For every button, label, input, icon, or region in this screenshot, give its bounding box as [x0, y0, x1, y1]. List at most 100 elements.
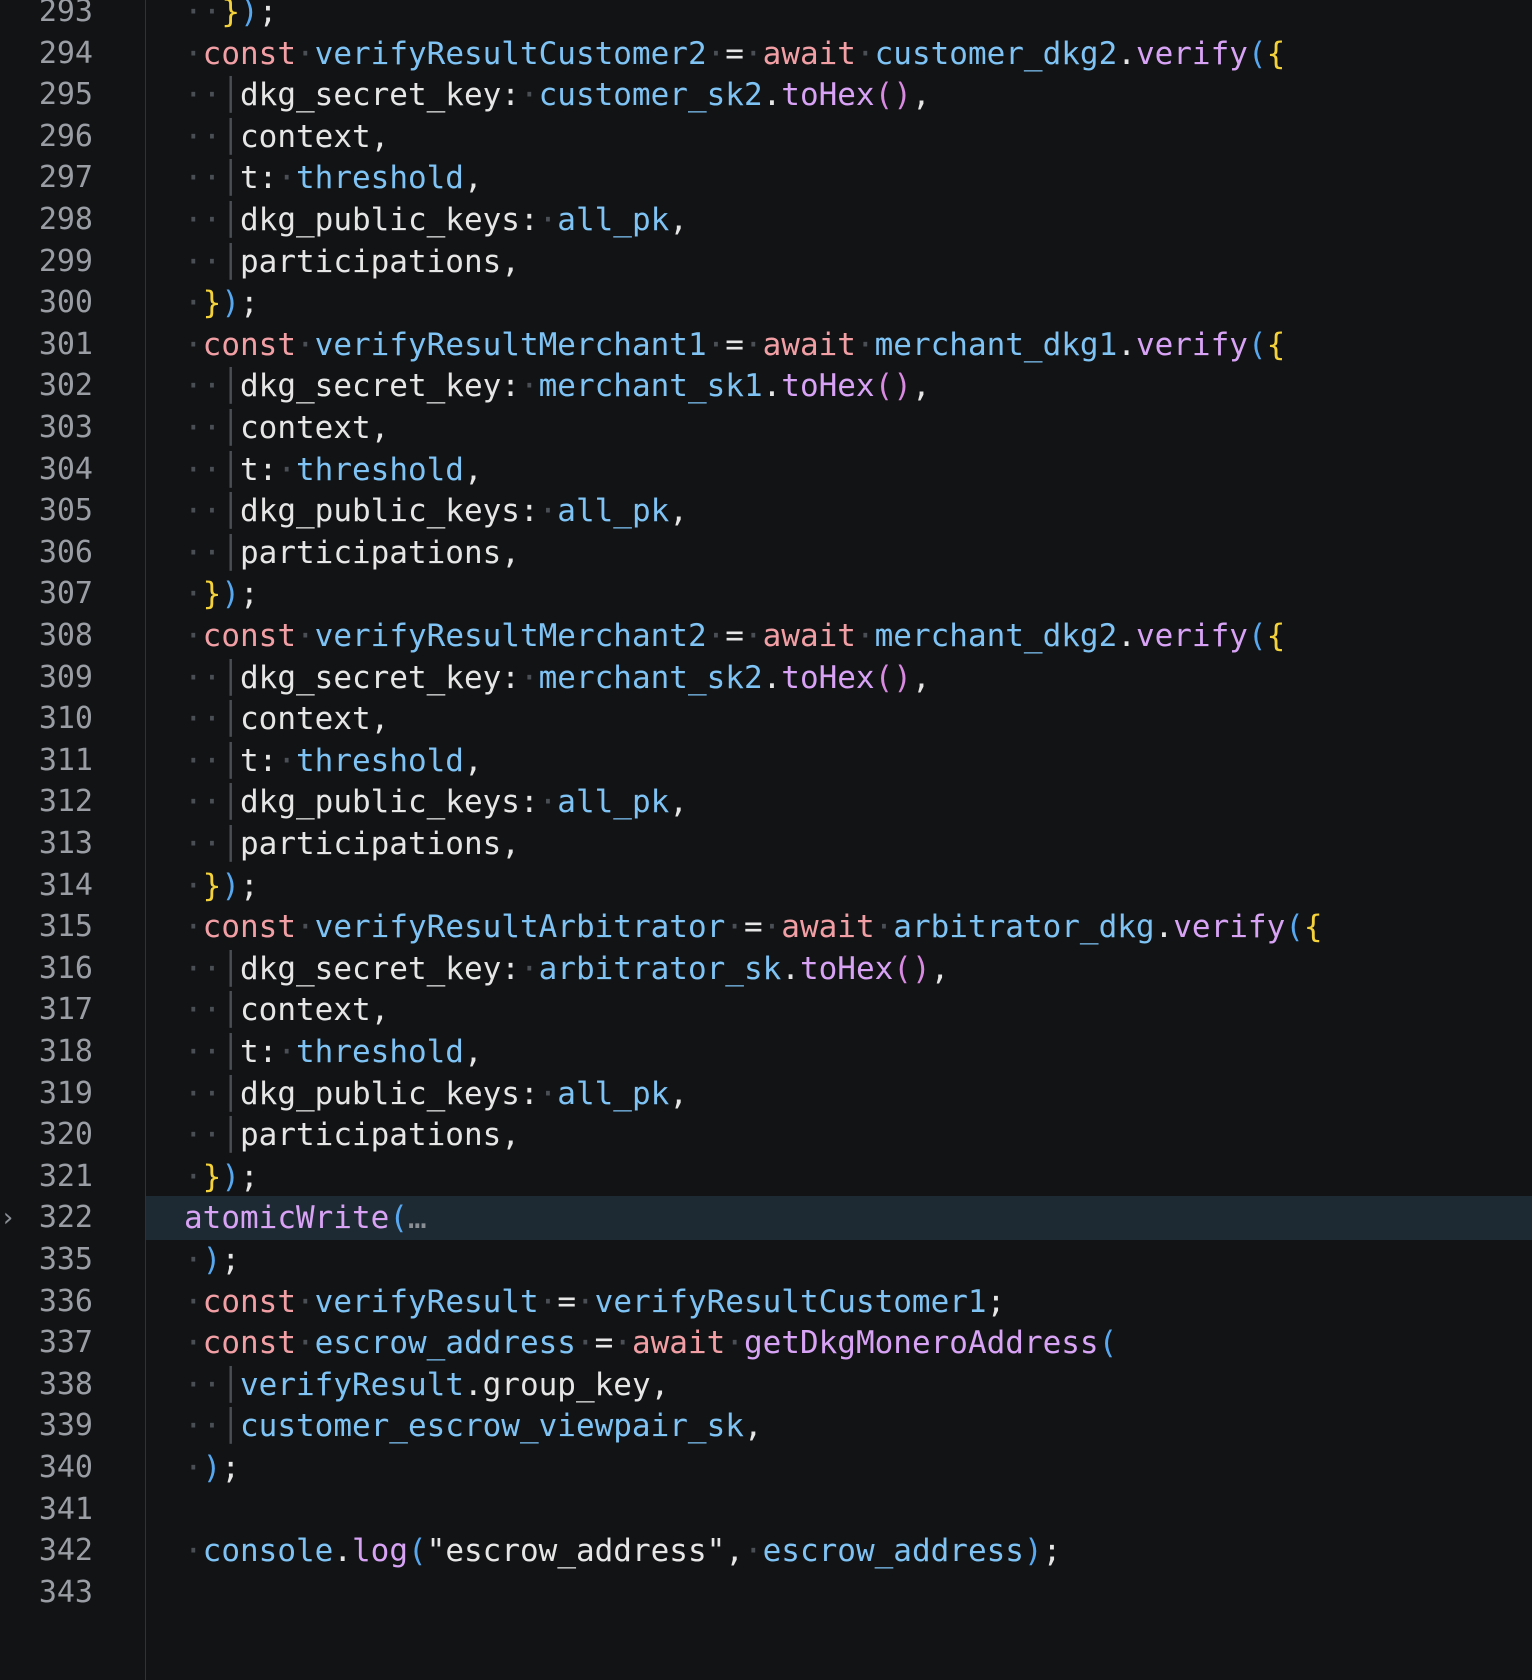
- code-token: t:: [240, 451, 278, 488]
- code-token: ·: [538, 493, 558, 530]
- code-token: .: [463, 1366, 483, 1403]
- code-line[interactable]: 307 ·});: [0, 572, 1532, 616]
- code-line[interactable]: 339 ··│customer_escrow_viewpair_sk,: [0, 1404, 1532, 1448]
- code-token: verifyResultMerchant1: [314, 326, 707, 363]
- code-token: ·: [277, 160, 296, 197]
- code-token: (): [893, 950, 931, 987]
- code-token: ,: [669, 202, 688, 238]
- code-line[interactable]: 302 ··│dkg_secret_key:·merchant_sk1.toHex…: [0, 364, 1532, 408]
- code-token: ): [221, 576, 241, 613]
- code-line[interactable]: 317 ··│context,: [0, 988, 1532, 1032]
- code-token: (: [1247, 326, 1267, 363]
- code-line[interactable]: 303 ··│context,: [0, 406, 1532, 450]
- code-token: const: [202, 1325, 296, 1362]
- code-token: (: [1247, 618, 1267, 654]
- code-token: all_pk: [557, 202, 670, 238]
- code-token: customer_dkg2: [874, 35, 1118, 72]
- code-token: threshold: [296, 160, 464, 197]
- line-number: 301: [38, 326, 93, 362]
- code-line[interactable]: 342 ·console.log("escrow_address",·escrow…: [0, 1529, 1532, 1573]
- code-line[interactable]: 343: [0, 1571, 1532, 1615]
- fold-chevron-icon[interactable]: ›: [0, 1196, 24, 1240]
- line-number: 336: [38, 1283, 93, 1319]
- line-number: 303: [38, 410, 93, 445]
- code-line[interactable]: 308 ·const·verifyResultMerchant2·=·await·…: [0, 614, 1532, 658]
- code-token: t:: [240, 1034, 278, 1070]
- code-token: arbitrator_sk: [538, 950, 782, 987]
- code-token: ;: [240, 576, 259, 613]
- code-text: ·const·verifyResultCustomer2·=·await·cus…: [184, 32, 1285, 76]
- line-number: 337: [38, 1325, 93, 1361]
- code-line[interactable]: 340 ·);: [0, 1446, 1532, 1490]
- code-token: group_key,: [482, 1366, 670, 1403]
- code-line[interactable]: 315 ·const·verifyResultArbitrator·=·await…: [0, 905, 1532, 949]
- code-line[interactable]: 311 ··│t:·threshold,: [0, 739, 1532, 783]
- code-token: dkg_public_keys:: [240, 784, 539, 821]
- code-line[interactable]: 316 ··│dkg_secret_key:·arbitrator_sk.toHe…: [0, 947, 1532, 991]
- code-token: ·: [184, 1450, 203, 1486]
- code-line[interactable]: 322 › atomicWrite(…: [0, 1196, 1532, 1241]
- code-line[interactable]: 318 ··│t:·threshold,: [0, 1030, 1532, 1074]
- code-line[interactable]: 299 ··│participations,: [0, 240, 1532, 284]
- line-number: 297: [38, 160, 93, 196]
- code-token: verifyResultArbitrator: [314, 909, 726, 946]
- code-token: ·: [296, 1325, 315, 1362]
- code-line[interactable]: 305 ··│dkg_public_keys:·all_pk,: [0, 489, 1532, 533]
- code-token: ·: [855, 326, 875, 363]
- code-text: ··│context,: [184, 697, 389, 741]
- code-text: ·const·verifyResult·=·verifyResultCustom…: [184, 1280, 1005, 1324]
- code-line[interactable]: 335 ·);: [0, 1238, 1532, 1282]
- code-line[interactable]: 297 ··│t:·threshold,: [0, 156, 1532, 200]
- code-line[interactable]: 319 ··│dkg_public_keys:·all_pk,: [0, 1072, 1532, 1116]
- code-line[interactable]: 295 ··│dkg_secret_key:·customer_sk2.toHex…: [0, 73, 1532, 117]
- code-line[interactable]: 304 ··│t:·threshold,: [0, 448, 1532, 492]
- code-line[interactable]: 312 ··│dkg_public_keys:·all_pk,: [0, 780, 1532, 824]
- code-text: ··│participations,: [184, 1113, 520, 1157]
- code-line[interactable]: 336 ·const·verifyResult·=·verifyResultCus…: [0, 1280, 1532, 1324]
- code-line[interactable]: 300 ·});: [0, 281, 1532, 325]
- line-number: 341: [38, 1491, 93, 1527]
- code-token: dkg_public_keys:: [240, 1075, 539, 1112]
- code-line[interactable]: 293 ··});: [0, 0, 1532, 34]
- code-line[interactable]: 301 ·const·verifyResultMerchant1·=·await·…: [0, 323, 1532, 367]
- line-number: 338: [38, 1366, 93, 1402]
- code-line[interactable]: 296 ··│context,: [0, 115, 1532, 159]
- code-token: }: [202, 576, 222, 613]
- code-line[interactable]: 294 ·const·verifyResultCustomer2·=·await·…: [0, 32, 1532, 76]
- code-token: ·: [743, 326, 763, 363]
- code-token: (): [874, 368, 912, 405]
- code-line[interactable]: 313 ··│participations,: [0, 822, 1532, 866]
- code-token: ·: [184, 867, 203, 904]
- code-line[interactable]: 309 ··│dkg_secret_key:·merchant_sk2.toHex…: [0, 656, 1532, 700]
- code-token: ·: [725, 1325, 744, 1362]
- code-editor[interactable]: 293 ··}); 294 ·const·verifyResultCustomer2·…: [0, 0, 1532, 1680]
- code-token: ·: [519, 950, 539, 987]
- code-line[interactable]: 306 ··│participations,: [0, 531, 1532, 575]
- line-number: 313: [38, 826, 93, 861]
- code-token: all_pk: [557, 1075, 670, 1112]
- code-token: ··│: [184, 1075, 240, 1112]
- code-line[interactable]: 338 ··│verifyResult.group_key,: [0, 1363, 1532, 1407]
- code-line[interactable]: 337 ·const·escrow_address·=·await·getDkgM…: [0, 1321, 1532, 1365]
- line-number: 335: [38, 1242, 93, 1277]
- line-number: 314: [38, 867, 93, 903]
- code-token: ··│: [184, 1034, 240, 1070]
- code-line[interactable]: 341: [0, 1488, 1532, 1532]
- code-line[interactable]: 314 ·});: [0, 864, 1532, 908]
- code-token: ): [202, 1450, 222, 1486]
- code-line[interactable]: 298 ··│dkg_public_keys:·all_pk,: [0, 198, 1532, 242]
- code-token: (: [408, 1533, 427, 1570]
- line-number: 312: [38, 784, 93, 820]
- code-token: ·: [296, 909, 315, 946]
- code-token: escrow_address: [762, 1533, 1024, 1570]
- code-token: await: [781, 909, 875, 946]
- code-line[interactable]: 320 ··│participations,: [0, 1113, 1532, 1157]
- code-line[interactable]: 310 ··│context,: [0, 697, 1532, 741]
- code-token: ;: [1042, 1533, 1062, 1570]
- code-token: ··│: [184, 202, 240, 238]
- code-token: context,: [240, 118, 390, 155]
- code-token: threshold: [296, 451, 464, 488]
- code-text: ·);: [184, 1238, 240, 1282]
- code-line[interactable]: 321 ·});: [0, 1155, 1532, 1199]
- code-token: ·: [296, 326, 315, 363]
